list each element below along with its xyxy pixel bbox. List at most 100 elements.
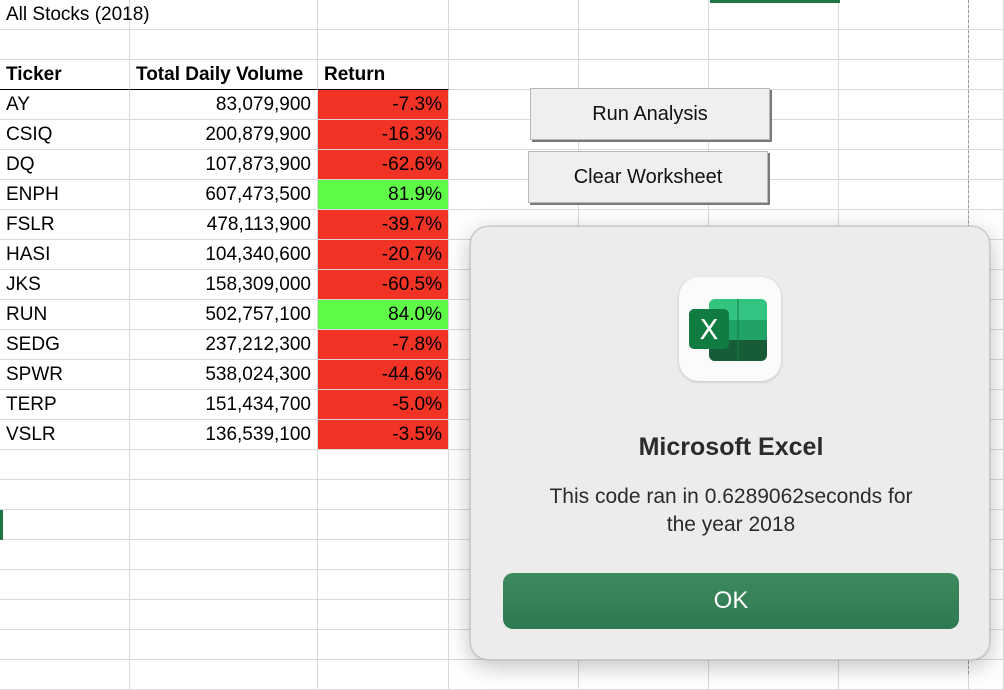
sheet-cell[interactable]	[0, 510, 130, 540]
ticker-cell[interactable]: ENPH	[0, 180, 130, 210]
volume-cell[interactable]: 478,113,900	[130, 210, 318, 240]
sheet-cell[interactable]	[0, 450, 130, 480]
return-cell[interactable]: -3.5%	[318, 420, 449, 450]
sheet-cell[interactable]	[969, 0, 1004, 30]
sheet-cell[interactable]	[318, 660, 449, 690]
sheet-cell[interactable]	[449, 660, 579, 690]
return-cell[interactable]: -7.3%	[318, 90, 449, 120]
sheet-cell[interactable]	[579, 60, 709, 90]
header-volume[interactable]: Total Daily Volume	[130, 60, 318, 90]
return-cell[interactable]: 81.9%	[318, 180, 449, 210]
ticker-cell[interactable]: CSIQ	[0, 120, 130, 150]
volume-cell[interactable]: 151,434,700	[130, 390, 318, 420]
sheet-cell[interactable]	[0, 570, 130, 600]
volume-cell[interactable]: 104,340,600	[130, 240, 318, 270]
sheet-cell[interactable]	[839, 150, 969, 180]
sheet-cell[interactable]	[130, 630, 318, 660]
sheet-cell[interactable]	[130, 30, 318, 60]
sheet-cell[interactable]	[709, 30, 839, 60]
sheet-cell[interactable]	[0, 600, 130, 630]
return-cell[interactable]: -16.3%	[318, 120, 449, 150]
sheet-cell[interactable]	[709, 0, 839, 30]
sheet-cell[interactable]	[130, 0, 318, 30]
sheet-cell[interactable]	[709, 660, 839, 690]
sheet-cell[interactable]	[449, 0, 579, 30]
return-cell[interactable]: -60.5%	[318, 270, 449, 300]
sheet-cell[interactable]	[130, 480, 318, 510]
ticker-cell[interactable]: AY	[0, 90, 130, 120]
sheet-cell[interactable]	[839, 60, 969, 90]
volume-cell[interactable]: 607,473,500	[130, 180, 318, 210]
volume-cell[interactable]: 200,879,900	[130, 120, 318, 150]
sheet-cell[interactable]	[318, 570, 449, 600]
sheet-cell[interactable]	[449, 60, 579, 90]
sheet-cell[interactable]	[0, 630, 130, 660]
sheet-cell[interactable]	[709, 60, 839, 90]
sheet-cell[interactable]	[579, 30, 709, 60]
sheet-cell[interactable]	[0, 660, 130, 690]
sheet-cell[interactable]	[318, 30, 449, 60]
sheet-cell[interactable]	[579, 0, 709, 30]
sheet-cell[interactable]	[130, 510, 318, 540]
sheet-cell[interactable]	[318, 510, 449, 540]
volume-cell[interactable]: 237,212,300	[130, 330, 318, 360]
return-cell[interactable]: -20.7%	[318, 240, 449, 270]
sheet-cell[interactable]	[969, 180, 1004, 210]
ticker-cell[interactable]: JKS	[0, 270, 130, 300]
sheet-cell[interactable]	[130, 570, 318, 600]
header-ticker[interactable]: Ticker	[0, 60, 130, 90]
sheet-cell[interactable]	[130, 450, 318, 480]
sheet-cell[interactable]	[318, 600, 449, 630]
ticker-cell[interactable]: RUN	[0, 300, 130, 330]
return-cell[interactable]: -44.6%	[318, 360, 449, 390]
sheet-title-cell[interactable]: All Stocks (2018)	[0, 0, 150, 30]
ticker-cell[interactable]: SPWR	[0, 360, 130, 390]
sheet-cell[interactable]	[130, 660, 318, 690]
volume-cell[interactable]: 83,079,900	[130, 90, 318, 120]
volume-cell[interactable]: 158,309,000	[130, 270, 318, 300]
sheet-cell[interactable]	[969, 150, 1004, 180]
return-cell[interactable]: 84.0%	[318, 300, 449, 330]
ticker-cell[interactable]: TERP	[0, 390, 130, 420]
ticker-cell[interactable]: SEDG	[0, 330, 130, 360]
run-analysis-button[interactable]: Run Analysis	[530, 88, 770, 140]
sheet-cell[interactable]	[318, 540, 449, 570]
sheet-cell[interactable]	[969, 660, 1004, 690]
sheet-cell[interactable]	[318, 0, 449, 30]
sheet-cell[interactable]	[839, 180, 969, 210]
sheet-cell[interactable]	[130, 600, 318, 630]
sheet-cell[interactable]	[130, 540, 318, 570]
return-cell[interactable]: -5.0%	[318, 390, 449, 420]
sheet-cell[interactable]	[318, 450, 449, 480]
sheet-cell[interactable]	[969, 60, 1004, 90]
clear-worksheet-button[interactable]: Clear Worksheet	[528, 151, 768, 203]
sheet-cell[interactable]	[969, 90, 1004, 120]
sheet-cell[interactable]	[0, 480, 130, 510]
sheet-cell[interactable]	[318, 630, 449, 660]
sheet-cell[interactable]	[449, 30, 579, 60]
return-cell[interactable]: -7.8%	[318, 330, 449, 360]
sheet-cell[interactable]	[839, 30, 969, 60]
sheet-cell[interactable]	[579, 660, 709, 690]
sheet-cell[interactable]	[318, 480, 449, 510]
sheet-cell[interactable]	[839, 660, 969, 690]
ok-button[interactable]: OK	[503, 573, 959, 629]
return-cell[interactable]: -39.7%	[318, 210, 449, 240]
volume-cell[interactable]: 136,539,100	[130, 420, 318, 450]
sheet-cell[interactable]	[0, 540, 130, 570]
volume-cell[interactable]: 538,024,300	[130, 360, 318, 390]
ticker-cell[interactable]: DQ	[0, 150, 130, 180]
sheet-cell[interactable]	[839, 90, 969, 120]
sheet-cell[interactable]	[0, 30, 130, 60]
sheet-cell[interactable]	[839, 120, 969, 150]
ticker-cell[interactable]: VSLR	[0, 420, 130, 450]
header-return[interactable]: Return	[318, 60, 449, 90]
volume-cell[interactable]: 502,757,100	[130, 300, 318, 330]
sheet-cell[interactable]	[969, 30, 1004, 60]
volume-cell[interactable]: 107,873,900	[130, 150, 318, 180]
return-cell[interactable]: -62.6%	[318, 150, 449, 180]
sheet-cell[interactable]	[839, 0, 969, 30]
ticker-cell[interactable]: HASI	[0, 240, 130, 270]
ticker-cell[interactable]: FSLR	[0, 210, 130, 240]
sheet-cell[interactable]	[969, 120, 1004, 150]
